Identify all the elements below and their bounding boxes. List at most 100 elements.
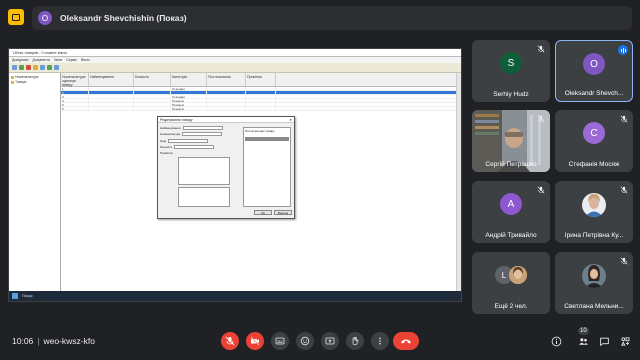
mic-off-icon bbox=[225, 336, 235, 346]
dialog-title: Редагування товару ✕ bbox=[158, 117, 294, 123]
mic-off-icon bbox=[536, 114, 546, 124]
people-button[interactable] bbox=[576, 334, 590, 348]
camera-toggle-button[interactable] bbox=[246, 332, 264, 350]
dialog-field: Кількість bbox=[160, 145, 215, 149]
supplier-list: Постачальник товару bbox=[243, 127, 291, 207]
menu-item: Звіти bbox=[53, 58, 63, 62]
toolbar-icon bbox=[40, 65, 45, 70]
participant-tile[interactable]: Ірина Петрівна Ку... bbox=[555, 181, 633, 243]
activities-icon bbox=[620, 336, 629, 346]
window-title: Облік товарів - Головне вікно bbox=[9, 49, 461, 57]
presenter-banner[interactable]: O Oleksandr Shevchishin (Показ) bbox=[32, 6, 632, 30]
start-icon bbox=[12, 293, 18, 299]
meeting-time: 10:06 bbox=[12, 336, 34, 346]
more-options-button[interactable] bbox=[371, 332, 389, 350]
presentation-icon[interactable] bbox=[8, 9, 24, 25]
participant-tile[interactable]: Светлана Мельни... bbox=[555, 252, 633, 314]
presenter-label: Oleksandr Shevchishin (Показ) bbox=[60, 13, 187, 23]
reactions-button[interactable] bbox=[296, 332, 314, 350]
participant-name: Ещё 2 чел. bbox=[494, 303, 528, 310]
ok-button: ОК bbox=[254, 210, 272, 215]
emoji-icon bbox=[300, 336, 310, 346]
top-bar: O Oleksandr Shevchishin (Показ) bbox=[0, 0, 640, 36]
participant-name: Андрій Тривайло bbox=[485, 232, 537, 239]
edit-dialog: Редагування товару ✕ Найменування Номенкл… bbox=[157, 116, 295, 219]
grid-col-header: Кількість bbox=[134, 73, 171, 86]
tree-panel: Номенклатура Товари bbox=[9, 73, 61, 291]
menu-item: Довідники bbox=[12, 58, 29, 62]
activities-button[interactable] bbox=[618, 334, 632, 348]
leave-call-button[interactable] bbox=[393, 332, 419, 350]
dialog-field: Ціна bbox=[160, 139, 209, 143]
hand-icon bbox=[352, 336, 359, 346]
meeting-code: weo-kwsz-kfo bbox=[43, 336, 95, 346]
grid-col-header: Примітка bbox=[246, 73, 276, 86]
menu-item: Вікно bbox=[81, 58, 90, 62]
grid-row: 6 Преміум bbox=[61, 107, 461, 111]
presenter-avatar: O bbox=[38, 11, 52, 25]
toolbar-icon bbox=[47, 65, 52, 70]
meeting-details-button[interactable] bbox=[549, 334, 563, 348]
more-participants-tile[interactable]: L Ещё 2 чел. bbox=[472, 252, 550, 314]
participant-name: Oleksandr Shevch... bbox=[564, 90, 624, 97]
close-icon: ✕ bbox=[289, 117, 292, 122]
participant-photo bbox=[582, 264, 606, 288]
participant-tile[interactable]: C Стефанія Мосяж bbox=[555, 110, 633, 172]
mic-toggle-button[interactable] bbox=[221, 332, 239, 350]
tree-item-label: Товари bbox=[15, 80, 27, 84]
participant-tile[interactable]: А Андрій Тривайло bbox=[472, 181, 550, 243]
grid-header: Номенклатура одиниця виміру Найменування… bbox=[61, 73, 461, 87]
mic-off-icon bbox=[536, 185, 546, 195]
shared-screen: Облік товарів - Головне вікно Довідники … bbox=[8, 48, 462, 302]
camera-off-icon bbox=[250, 336, 260, 346]
toolbar-icon bbox=[26, 65, 31, 70]
cancel-button: Відміна bbox=[274, 210, 292, 215]
chat-button[interactable] bbox=[597, 334, 611, 348]
participant-tile-video[interactable]: Сергій Петрашко bbox=[472, 110, 550, 172]
meeting-info: 10:06 | weo-kwsz-kfo bbox=[12, 336, 95, 346]
participant-name: Ірина Петрівна Ку... bbox=[564, 232, 624, 239]
menu-item: Сервіс bbox=[66, 58, 78, 62]
mic-off-icon bbox=[619, 185, 629, 195]
people-icon bbox=[578, 337, 588, 345]
toolbar-icon bbox=[33, 65, 38, 70]
participant-name: Serhiy Hudz bbox=[493, 91, 529, 98]
folder-icon bbox=[11, 80, 14, 84]
present-screen-icon bbox=[325, 337, 335, 345]
dialog-field: Номенклатура bbox=[160, 132, 223, 136]
window-toolbar bbox=[9, 63, 461, 73]
captions-icon bbox=[275, 337, 285, 345]
speaking-indicator-icon bbox=[618, 45, 628, 55]
dialog-textbox bbox=[178, 157, 230, 185]
participant-name: Светлана Мельни... bbox=[564, 303, 624, 310]
participant-tile-speaking[interactable]: O Oleksandr Shevch... bbox=[555, 40, 633, 102]
more-vert-icon bbox=[379, 337, 381, 345]
dialog-field: Примітка bbox=[160, 151, 173, 155]
end-call-icon bbox=[401, 339, 411, 344]
grid-col-header: Категорія bbox=[171, 73, 207, 86]
dialog-field: Найменування bbox=[160, 126, 223, 130]
folder-icon bbox=[11, 75, 14, 79]
participant-photo bbox=[509, 266, 527, 284]
tree-item: Товари bbox=[11, 80, 58, 84]
toolbar-icon bbox=[19, 65, 24, 70]
info-icon bbox=[551, 336, 561, 346]
mic-off-icon bbox=[619, 256, 629, 266]
grid-col-header: Найменування bbox=[89, 73, 134, 86]
grid-col-header: Номенклатура одиниця виміру bbox=[61, 73, 89, 87]
toolbar-icon bbox=[54, 65, 59, 70]
bottom-bar: 10:06 | weo-kwsz-kfo 10 bbox=[0, 322, 640, 360]
raise-hand-button[interactable] bbox=[346, 332, 364, 350]
mic-off-icon bbox=[536, 44, 546, 54]
participant-name: Стефанія Мосяж bbox=[568, 161, 620, 168]
tree-item-label: Номенклатура bbox=[15, 75, 39, 79]
participant-avatar: O bbox=[583, 53, 605, 75]
participant-avatar: А bbox=[500, 193, 522, 215]
windows-taskbar: Пошук bbox=[9, 291, 461, 301]
participant-tile[interactable]: S Serhiy Hudz bbox=[472, 40, 550, 102]
present-button[interactable] bbox=[321, 332, 339, 350]
scrollbar bbox=[456, 73, 461, 291]
captions-button[interactable] bbox=[271, 332, 289, 350]
mic-off-icon bbox=[619, 114, 629, 124]
participant-name: Сергій Петрашко bbox=[485, 161, 537, 168]
